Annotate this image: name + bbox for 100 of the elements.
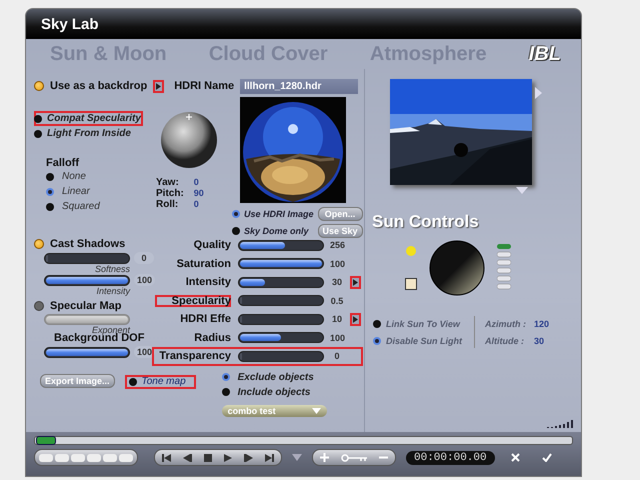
param-value: 100 bbox=[328, 258, 346, 270]
step-back-icon bbox=[183, 454, 192, 462]
option-label: None bbox=[62, 171, 86, 182]
radio-button[interactable] bbox=[34, 130, 42, 138]
sphere-icon[interactable] bbox=[160, 111, 218, 169]
radio-button[interactable] bbox=[46, 172, 54, 180]
plus-icon bbox=[320, 453, 329, 462]
radio-button[interactable] bbox=[222, 373, 230, 381]
group-label: Falloff bbox=[46, 157, 80, 169]
step-forward-icon bbox=[244, 454, 253, 462]
radio-button[interactable] bbox=[222, 388, 230, 396]
param-value: 10 bbox=[330, 313, 343, 326]
reading-value: 120 bbox=[534, 318, 550, 328]
section-label: Cast Shadows bbox=[50, 238, 126, 250]
param-value: 256 bbox=[328, 239, 346, 252]
param-value: 0.5 bbox=[330, 294, 344, 307]
field-label: Roll: bbox=[156, 199, 180, 210]
option-label: Tone map bbox=[142, 376, 186, 387]
toggle-light[interactable] bbox=[34, 301, 44, 311]
field-label: Yaw: bbox=[156, 177, 180, 188]
radio-button[interactable] bbox=[46, 188, 54, 196]
play-arrow-icon bbox=[352, 316, 358, 323]
option-label: Compat Specularity bbox=[47, 113, 141, 124]
slider[interactable] bbox=[44, 252, 130, 264]
slider[interactable] bbox=[238, 314, 324, 325]
toggle-light[interactable] bbox=[34, 81, 44, 91]
section-label: Specular Map bbox=[50, 300, 122, 312]
close-icon bbox=[510, 453, 520, 462]
slider-caption: Intensity bbox=[95, 286, 130, 296]
radio-button[interactable] bbox=[232, 210, 240, 218]
slider-caption: Softness bbox=[94, 264, 130, 274]
reading-value: 30 bbox=[534, 336, 546, 346]
play-arrow-icon bbox=[352, 278, 358, 286]
add-button[interactable] bbox=[317, 450, 332, 465]
sun-dot-icon bbox=[406, 246, 416, 256]
arrow-button[interactable] bbox=[350, 312, 361, 326]
play-arrow-icon bbox=[156, 82, 162, 90]
segment-bar[interactable] bbox=[34, 449, 138, 466]
radio-button[interactable] bbox=[46, 202, 54, 210]
option-label: Use as a backdrop bbox=[50, 80, 148, 92]
param-label: Transparency bbox=[158, 350, 231, 362]
combo-box[interactable]: combo test bbox=[222, 404, 327, 416]
field-label: Pitch: bbox=[156, 188, 184, 199]
param-label: Radius bbox=[193, 332, 231, 344]
section-label: Background DOF bbox=[53, 332, 146, 344]
signal-bars-icon bbox=[547, 420, 575, 428]
radio-button[interactable] bbox=[373, 336, 381, 344]
timeline-handle[interactable] bbox=[36, 436, 56, 445]
slider-value: 100 bbox=[134, 346, 156, 358]
stop-icon bbox=[204, 454, 212, 462]
skip-start-icon bbox=[162, 454, 171, 462]
hdri-name-field[interactable]: lllhorn_1280.hdr bbox=[240, 78, 358, 94]
option-label: Disable Sun Light bbox=[386, 336, 462, 346]
param-label: Quality bbox=[192, 239, 231, 252]
key-icon bbox=[341, 454, 367, 462]
export-button[interactable]: Export Image... bbox=[40, 374, 115, 388]
timeline-track[interactable] bbox=[34, 436, 573, 445]
play-icon bbox=[224, 454, 232, 462]
param-label: Saturation bbox=[176, 258, 231, 270]
dial-knob[interactable] bbox=[429, 240, 485, 296]
action-button[interactable]: Open... bbox=[318, 206, 363, 220]
param-value: 100 bbox=[328, 332, 346, 344]
field-value: 90 bbox=[194, 188, 204, 199]
param-value: 0 bbox=[333, 350, 340, 362]
toggle-light[interactable] bbox=[34, 239, 44, 249]
field-label: HDRI Name bbox=[174, 80, 234, 92]
level-leds-icon bbox=[497, 244, 511, 292]
radio-button[interactable] bbox=[34, 114, 42, 122]
slider[interactable] bbox=[238, 350, 324, 362]
param-label: HDRI Effe bbox=[179, 313, 231, 326]
option-label: Link Sun To View bbox=[386, 318, 460, 328]
action-button[interactable]: Use Sky bbox=[318, 224, 363, 238]
window-title: Sky Lab bbox=[41, 16, 99, 32]
param-label: Intensity bbox=[184, 276, 231, 288]
option-label: Light From Inside bbox=[47, 128, 131, 139]
reading-label: Altitude : bbox=[485, 336, 526, 346]
option-label: Include objects bbox=[238, 386, 310, 398]
slider-value: 100 bbox=[134, 274, 156, 286]
option-label: Squared bbox=[62, 201, 100, 212]
slider-value: 0 bbox=[134, 252, 154, 264]
skip-end-icon bbox=[265, 454, 274, 462]
option-label: Use HDRI Image bbox=[244, 208, 314, 218]
radio-button[interactable] bbox=[373, 320, 381, 328]
slider[interactable] bbox=[238, 240, 324, 251]
section-title: Sun Controls bbox=[372, 212, 480, 232]
square-icon[interactable] bbox=[405, 278, 417, 290]
time-display: 00:00:00.00 bbox=[406, 450, 495, 464]
option-label: Linear bbox=[62, 186, 90, 197]
radio-button[interactable] bbox=[128, 378, 137, 386]
slider[interactable] bbox=[238, 295, 324, 306]
arrow-button[interactable] bbox=[153, 80, 164, 92]
checkmark-icon bbox=[542, 453, 552, 462]
tab[interactable]: IBL bbox=[528, 42, 561, 66]
reading-label: Azimuth : bbox=[485, 318, 526, 328]
arrow-button[interactable] bbox=[350, 276, 361, 289]
radio-button[interactable] bbox=[232, 226, 240, 234]
slider[interactable] bbox=[238, 276, 324, 288]
option-label: Exclude objects bbox=[238, 372, 314, 382]
slider[interactable] bbox=[238, 332, 324, 344]
field-value: 0 bbox=[194, 199, 200, 210]
